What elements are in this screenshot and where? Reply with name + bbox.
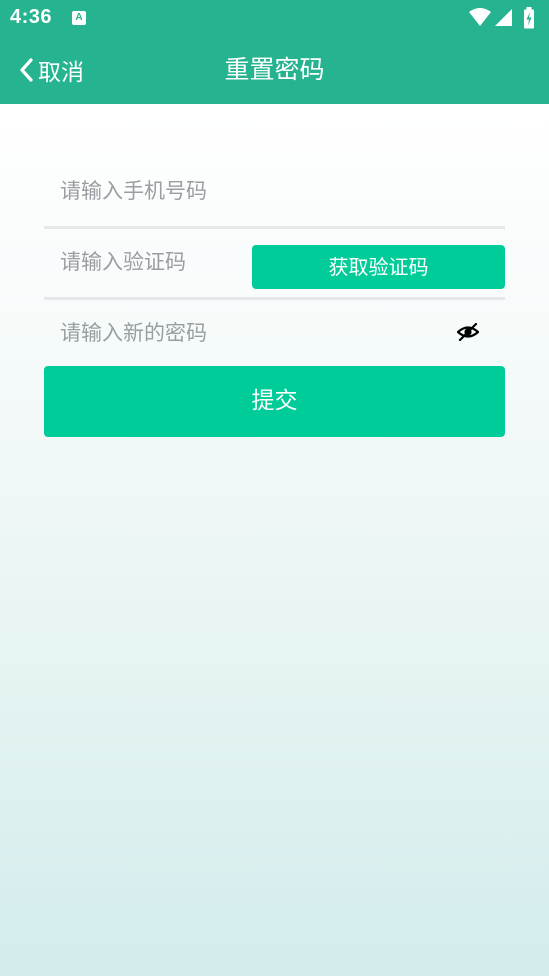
nav-bar: 取消 重置密码 [0, 36, 549, 104]
submit-button[interactable]: 提交 [44, 366, 505, 437]
cancel-label: 取消 [38, 60, 84, 86]
eye-off-icon[interactable] [457, 323, 479, 341]
wifi-icon [469, 8, 491, 26]
cancel-button[interactable]: 取消 [18, 36, 84, 104]
battery-icon [524, 7, 534, 29]
signal-icon [495, 9, 512, 26]
status-icons [469, 7, 539, 29]
status-time: 4:36 [10, 6, 53, 28]
phone-row [44, 158, 505, 229]
new-password-input[interactable] [60, 300, 440, 366]
code-row: 获取验证码 [44, 229, 505, 300]
get-code-button[interactable]: 获取验证码 [252, 245, 505, 289]
reset-password-form: 获取验证码 [44, 158, 505, 371]
chevron-left-icon [20, 58, 33, 82]
password-row [44, 300, 505, 371]
phone-input[interactable] [60, 158, 440, 224]
a-notification-icon: A [72, 11, 86, 25]
verification-code-input[interactable] [60, 229, 240, 295]
status-bar: 4:36 A [0, 0, 549, 36]
